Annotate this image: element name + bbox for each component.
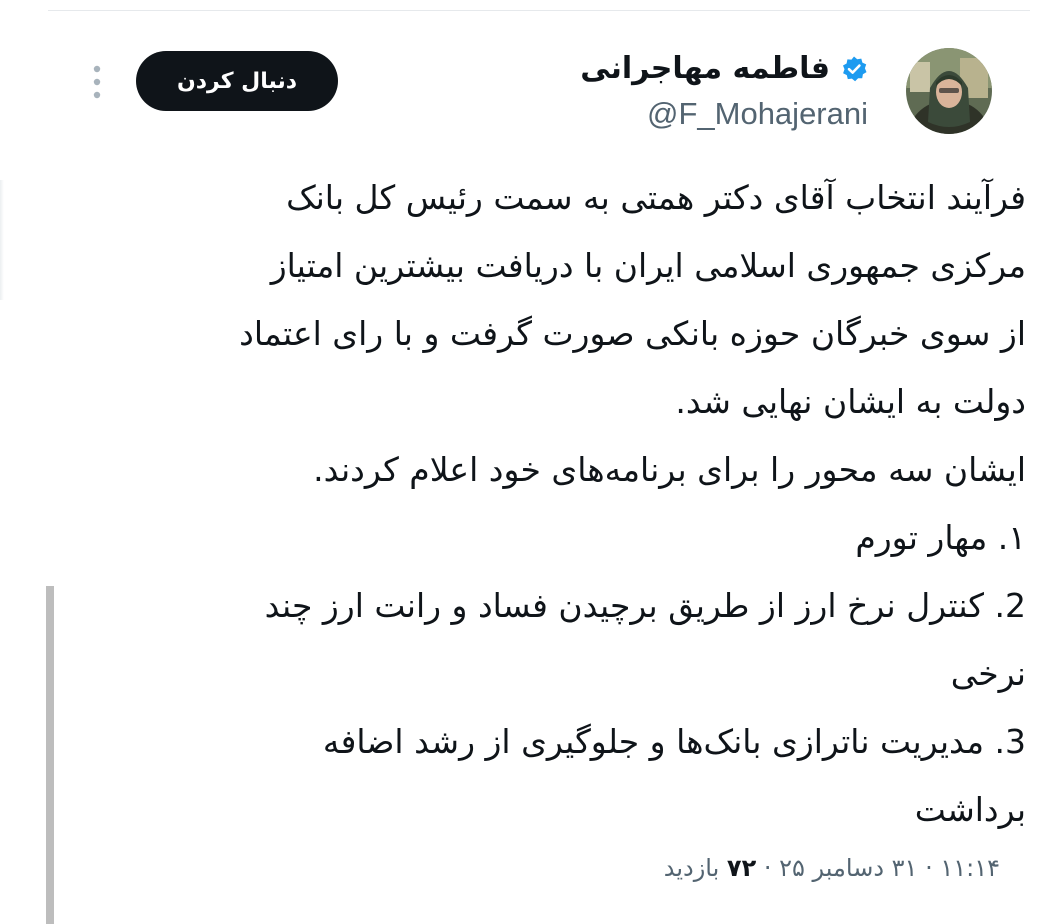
tweet-line: ۱. مهار تورم [855, 518, 1026, 557]
tweet-line: نرخی [950, 654, 1026, 693]
meta-separator: · [763, 854, 772, 882]
verified-badge-icon [843, 56, 867, 82]
tweet-line: از سوی خبرگان حوزه بانکی صورت گرفت و با … [239, 314, 1026, 353]
tweet-line: 3. مدیریت ناترازی بانک‌ها و جلوگیری از ر… [322, 722, 1026, 761]
avatar-image [906, 48, 992, 134]
more-vertical-icon[interactable] [88, 62, 106, 102]
author-handle[interactable]: @F_Mohajerani [647, 92, 868, 136]
tweet-line: ایشان سه محور را برای برنامه‌های خود اعل… [313, 450, 1026, 489]
tweet-meta: ۱۱:۱۴ · ۳۱ دسامبر ۲۵ · ۷۲ بازدید [664, 848, 1000, 888]
tweet-line: دولت به ایشان نهایی شد. [675, 382, 1026, 421]
tweet-line: مرکزی جمهوری اسلامی ایران با دریافت بیشت… [270, 246, 1026, 285]
avatar[interactable] [906, 48, 992, 134]
tweet-text: فرآیند انتخاب آقای دکتر همتی به سمت رئیس… [86, 164, 1026, 844]
thread-line [46, 586, 54, 924]
tweet-line: 2. کنترل نرخ ارز از طریق برچیدن فساد و ر… [264, 586, 1026, 625]
meta-separator: · [925, 854, 933, 882]
tweet-time[interactable]: ۱۱:۱۴ [940, 854, 1000, 882]
author-name-row: فاطمه مهاجرانی [580, 46, 868, 92]
author-display-name[interactable]: فاطمه مهاجرانی [580, 49, 830, 89]
edge-shadow [0, 180, 4, 300]
follow-button[interactable]: دنبال کردن [136, 51, 338, 111]
tweet-line: فرآیند انتخاب آقای دکتر همتی به سمت رئیس… [286, 178, 1026, 217]
tweet-date[interactable]: ۳۱ دسامبر ۲۵ [779, 854, 917, 882]
views-count: ۷۲ [726, 854, 757, 882]
tweet-line: برداشت [914, 790, 1026, 829]
top-divider [48, 10, 1030, 11]
views-label: بازدید [663, 854, 720, 882]
